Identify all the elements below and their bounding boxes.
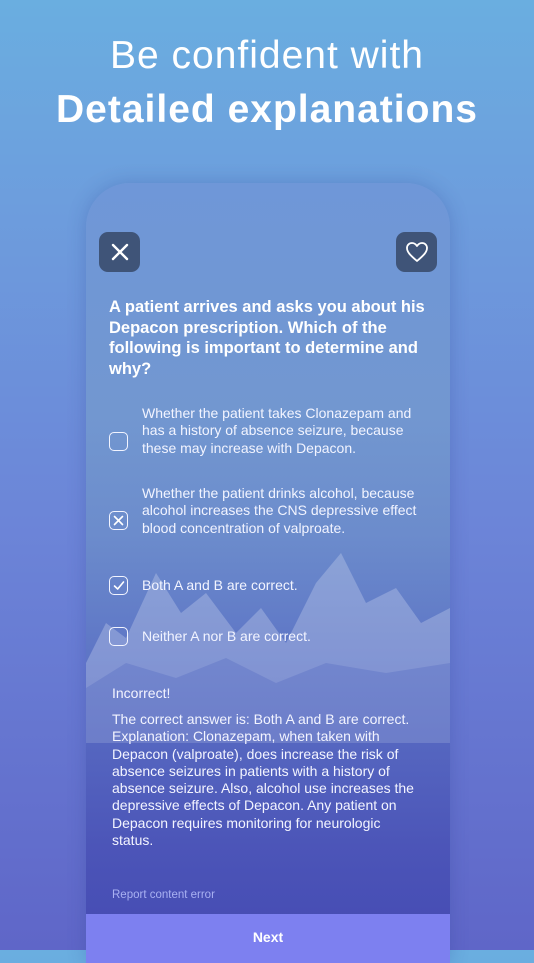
option-checkbox-wrong[interactable] [109,511,128,530]
answer-feedback: Incorrect! The correct answer is: Both A… [112,684,422,849]
x-mark-icon [113,515,124,526]
question-text: A patient arrives and asks you about his… [109,298,425,378]
option-text: Neither A nor B are correct. [142,628,311,644]
check-mark-icon [113,581,124,590]
option-checkbox-correct[interactable] [109,576,128,595]
feedback-title: Incorrect! [112,685,171,701]
heart-icon [405,242,428,262]
option-checkbox[interactable] [109,627,128,646]
headline-line-1: Be confident with [109,34,424,77]
close-icon [111,243,128,261]
feedback-explanation: The correct answer is: Both A and B are … [112,711,414,849]
option-text: Whether the patient takes Clonazepam and… [142,405,412,456]
headline: Be confident with Detailed explanations [0,30,534,138]
report-content-error-link[interactable]: Report content error [112,889,215,901]
option-text: Both A and B are correct. [142,577,298,593]
option-text: Whether the patient drinks alcohol, beca… [142,485,417,536]
option-checkbox[interactable] [109,432,128,451]
next-button[interactable]: Next [86,914,450,963]
phone-screen: A patient arrives and asks you about his… [86,183,450,963]
favorite-button[interactable] [396,232,437,272]
headline-line-2: Detailed explanations [56,88,478,131]
close-button[interactable] [99,232,140,272]
